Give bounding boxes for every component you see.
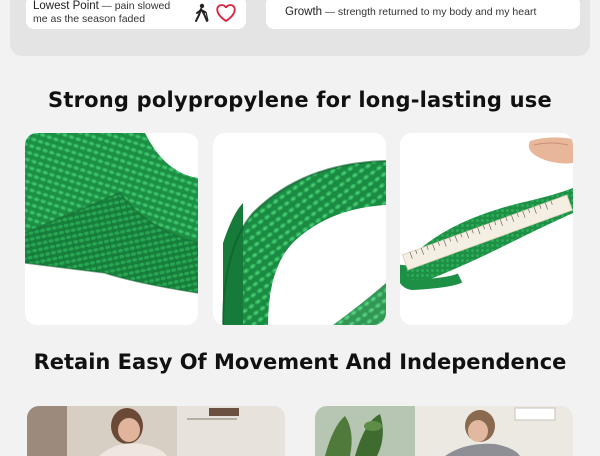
woman-using-strap-photo-1	[27, 406, 285, 456]
walking-person-icon	[195, 3, 209, 22]
growth-title: Growth	[285, 6, 323, 18]
heart-icon	[216, 4, 236, 23]
lowest-point-text: Lowest Point — pain slowed me as the sea…	[33, 0, 183, 26]
material-heading: Strong polypropylene for long-lasting us…	[48, 88, 552, 112]
growth-separator: —	[325, 7, 335, 18]
woman-using-strap-photo-2	[315, 406, 573, 456]
growth-description: strength returned to my body and my hear…	[337, 6, 537, 18]
movement-heading: Retain Easy Of Movement And Independence	[33, 350, 567, 374]
strap-measuring-tape-image	[400, 133, 573, 325]
strap-loop-texture-image	[213, 133, 386, 325]
lowest-point-title: Lowest Point	[33, 0, 99, 12]
growth-card: Growth — strength returned to my body an…	[266, 0, 580, 29]
strap-weave-closeup-image	[25, 133, 198, 325]
card-icons	[192, 2, 240, 24]
lowest-point-separator: —	[101, 1, 112, 12]
growth-text: Growth — strength returned to my body an…	[285, 6, 536, 19]
lowest-point-card: Lowest Point — pain slowed me as the sea…	[26, 0, 246, 29]
